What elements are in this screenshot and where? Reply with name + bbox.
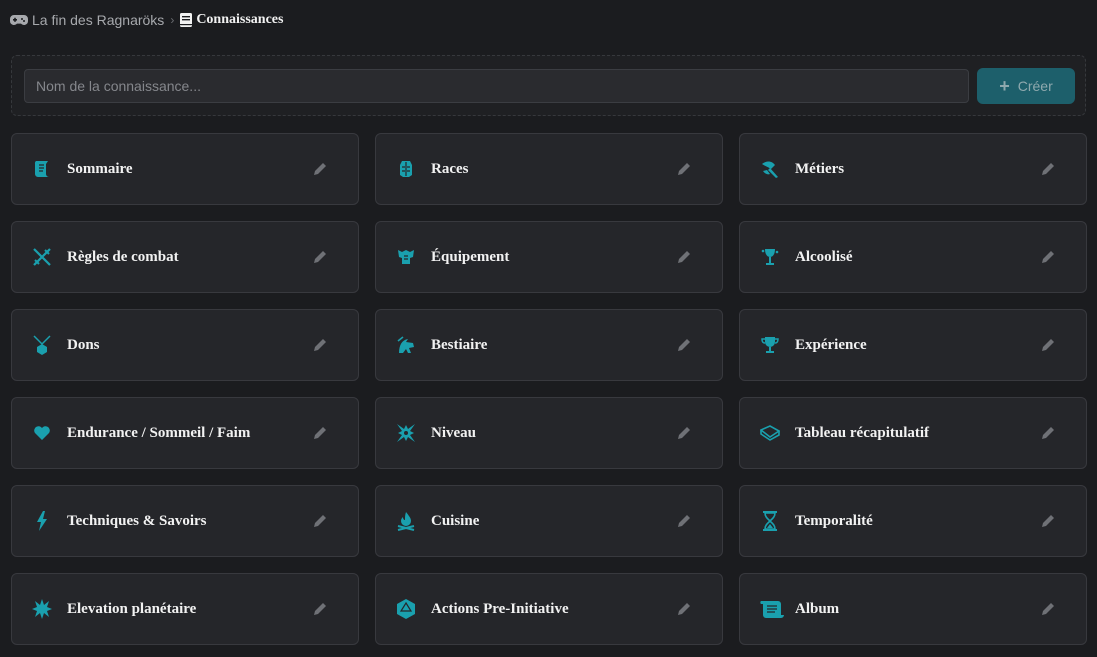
campfire-icon — [396, 511, 416, 531]
knowledge-card[interactable]: Album — [739, 573, 1087, 645]
create-button-label: Créer — [1017, 78, 1053, 94]
knowledge-card[interactable]: Races — [375, 133, 723, 205]
pencil-icon[interactable] — [308, 509, 332, 533]
scroll-icon — [32, 159, 52, 179]
create-button[interactable]: + Créer — [977, 68, 1075, 104]
breadcrumb: La fin des Ragnaröks › Connaissances — [10, 10, 283, 30]
pencil-icon[interactable] — [308, 333, 332, 357]
page-title: Connaissances — [196, 12, 284, 27]
card-label: Album — [795, 600, 840, 617]
card-label: Actions Pre-Initiative — [431, 600, 569, 617]
pencil-icon[interactable] — [308, 421, 332, 445]
pencil-icon[interactable] — [308, 157, 332, 181]
card-label: Expérience — [795, 336, 867, 353]
knowledge-card[interactable]: Actions Pre-Initiative — [375, 573, 723, 645]
knowledge-card[interactable]: Dons — [11, 309, 359, 381]
knowledge-card[interactable]: Équipement — [375, 221, 723, 293]
pencil-icon[interactable] — [672, 509, 696, 533]
knowledge-card[interactable]: Métiers — [739, 133, 1087, 205]
knowledge-card[interactable]: Sommaire — [11, 133, 359, 205]
pencil-icon[interactable] — [1036, 597, 1060, 621]
card-label: Cuisine — [431, 512, 480, 529]
knowledge-card[interactable]: Elevation planétaire — [11, 573, 359, 645]
dragon-head-icon — [396, 335, 416, 355]
starburst-icon — [32, 599, 52, 619]
pencil-icon[interactable] — [308, 245, 332, 269]
crossed-swords-icon — [32, 247, 52, 267]
knowledge-card[interactable]: Expérience — [739, 309, 1087, 381]
trophy-icon — [760, 335, 780, 355]
card-label: Temporalité — [795, 512, 873, 529]
knowledge-card[interactable]: Temporalité — [739, 485, 1087, 557]
plus-icon: + — [999, 76, 1010, 96]
card-label: Bestiaire — [431, 336, 488, 353]
card-label: Alcoolisé — [795, 248, 853, 265]
pencil-icon[interactable] — [672, 421, 696, 445]
pencil-icon[interactable] — [1036, 333, 1060, 357]
pencil-icon[interactable] — [1036, 421, 1060, 445]
breadcrumb-current: Connaissances — [180, 12, 283, 28]
breadcrumb-parent-label[interactable]: La fin des Ragnaröks — [32, 12, 164, 28]
gamepad-icon — [10, 14, 28, 26]
lightning-icon — [32, 511, 52, 531]
create-form: + Créer — [11, 55, 1086, 116]
pencil-icon[interactable] — [672, 333, 696, 357]
card-label: Endurance / Sommeil / Faim — [67, 424, 251, 441]
card-label: Équipement — [431, 248, 510, 265]
hourglass-icon — [760, 511, 780, 531]
knowledge-card[interactable]: Alcoolisé — [739, 221, 1087, 293]
card-label: Elevation planétaire — [67, 600, 197, 617]
goblet-icon — [760, 247, 780, 267]
card-label: Règles de combat — [67, 248, 179, 265]
card-label: Dons — [67, 336, 100, 353]
dice-pendant-icon — [32, 335, 52, 355]
knowledge-name-input[interactable] — [24, 69, 969, 103]
pencil-icon[interactable] — [1036, 509, 1060, 533]
pencil-icon[interactable] — [308, 597, 332, 621]
chevron-right-icon: › — [170, 13, 175, 27]
knowledge-card[interactable]: Niveau — [375, 397, 723, 469]
knowledge-card[interactable]: Tableau récapitulatif — [739, 397, 1087, 469]
heart-icon — [32, 423, 52, 443]
card-label: Métiers — [795, 160, 845, 177]
knowledge-grid: Sommaire Races Métiers Règles de combat … — [11, 133, 1087, 645]
pencil-icon[interactable] — [672, 157, 696, 181]
book-icon — [180, 13, 193, 27]
d20-icon — [396, 599, 416, 619]
card-label: Races — [431, 160, 469, 177]
torso-icon — [396, 159, 416, 179]
pencil-icon[interactable] — [1036, 157, 1060, 181]
card-label: Niveau — [431, 424, 476, 441]
knowledge-card[interactable]: Bestiaire — [375, 309, 723, 381]
card-label: Techniques & Savoirs — [67, 512, 207, 529]
pencil-icon[interactable] — [672, 245, 696, 269]
card-label: Tableau récapitulatif — [795, 424, 930, 441]
pencil-icon[interactable] — [1036, 245, 1060, 269]
axe-icon — [760, 159, 780, 179]
knowledge-card[interactable]: Règles de combat — [11, 221, 359, 293]
breadcrumb-parent[interactable]: La fin des Ragnaröks — [10, 12, 164, 28]
level-star-icon — [396, 423, 416, 443]
pencil-icon[interactable] — [672, 597, 696, 621]
open-book-icon — [760, 423, 780, 443]
knowledge-card[interactable]: Endurance / Sommeil / Faim — [11, 397, 359, 469]
card-label: Sommaire — [67, 160, 133, 177]
knowledge-card[interactable]: Techniques & Savoirs — [11, 485, 359, 557]
knowledge-card[interactable]: Cuisine — [375, 485, 723, 557]
armor-icon — [396, 247, 416, 267]
parchment-icon — [760, 599, 785, 619]
